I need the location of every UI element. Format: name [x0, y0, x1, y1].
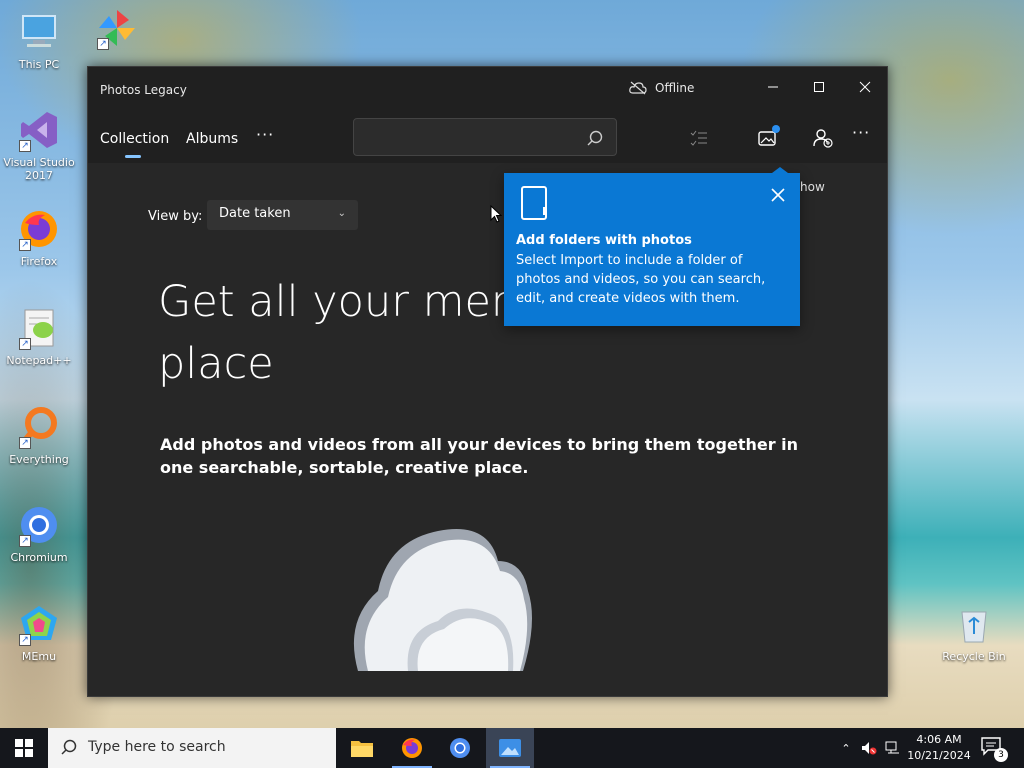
desktop-icon-this-pc[interactable]: This PC [2, 10, 76, 71]
view-by-dropdown[interactable]: Date taken ⌄ [207, 200, 358, 230]
import-badge-dot [772, 125, 780, 133]
close-icon [859, 81, 871, 93]
chevron-up-icon: ⌃ [841, 741, 851, 755]
tip-body: Select Import to include a folder of pho… [516, 253, 766, 306]
photos-window: Photos Legacy Offline Collection Albums … [87, 66, 888, 697]
desktop-icon-label: Chromium [10, 551, 68, 564]
volume-button[interactable] [858, 728, 880, 768]
shortcut-arrow-icon: ↗ [19, 338, 31, 350]
chromium-icon [450, 738, 470, 758]
taskbar-firefox[interactable] [388, 728, 436, 768]
clock-time: 4:06 AM [916, 733, 962, 746]
desktop-icon-firefox[interactable]: ↗ Firefox [2, 207, 76, 268]
view-by-label: View by: [148, 209, 203, 224]
minimize-button[interactable] [750, 71, 796, 103]
select-icon[interactable] [688, 127, 710, 149]
taskbar-photos[interactable] [486, 728, 534, 768]
taskbar: Type here to search ⌃ 4:06 AM 10/21/2024… [0, 728, 1024, 768]
tab-selected-indicator [125, 155, 141, 158]
tip-close-icon[interactable] [770, 187, 786, 203]
folder-icon [351, 741, 373, 757]
shortcut-arrow-icon: ↗ [97, 38, 109, 50]
everything-icon: ↗ [17, 405, 61, 449]
photos-app-icon [499, 739, 521, 757]
empty-state-description: Add photos and videos from all your devi… [160, 435, 799, 477]
offline-status: Offline [629, 81, 694, 95]
volume-muted-icon [862, 742, 877, 755]
mouse-cursor-icon [490, 205, 502, 223]
desktop-icon-visual-studio[interactable]: ↗ Visual Studio 2017 [2, 108, 76, 182]
shortcut-arrow-icon: ↗ [19, 140, 31, 152]
notepadpp-icon: ↗ [17, 306, 61, 350]
search-icon[interactable] [586, 129, 604, 147]
taskbar-search-placeholder: Type here to search [88, 739, 226, 755]
desktop-icon-label: Firefox [20, 255, 58, 268]
desktop-icon-label: Recycle Bin [942, 650, 1006, 663]
clock-date: 10/21/2024 [907, 749, 971, 762]
view-by-value: Date taken [219, 206, 291, 221]
firefox-icon [402, 738, 422, 758]
app-title: Photos Legacy [100, 83, 187, 97]
recycle-bin-icon [952, 602, 996, 646]
notification-count-badge: 3 [994, 748, 1008, 762]
tip-title: Add folders with photos [516, 233, 692, 248]
chevron-down-icon: ⌄ [337, 208, 346, 219]
desktop-icon-everything[interactable]: ↗ Everything [2, 405, 76, 466]
network-icon [885, 741, 899, 754]
shortcut-arrow-icon: ↗ [19, 437, 31, 449]
desktop-icon-recycle-bin[interactable]: Recycle Bin [934, 602, 1014, 663]
maximize-button[interactable] [796, 71, 842, 103]
import-button[interactable] [756, 125, 780, 149]
more-options-button[interactable]: ··· [852, 123, 874, 145]
desktop-icon-partial[interactable]: ↗ [80, 6, 154, 54]
phone-device-icon [521, 186, 547, 220]
pinwheel-icon: ↗ [95, 6, 139, 50]
chromium-icon: ↗ [17, 503, 61, 547]
start-button[interactable] [0, 728, 48, 768]
cloud-illustration-icon [353, 529, 532, 671]
desktop-icon-notepadpp[interactable]: ↗ Notepad++ [2, 306, 76, 367]
tip-pointer [772, 167, 788, 173]
add-person-icon[interactable] [812, 127, 834, 149]
desktop-icon-label: Visual Studio 2017 [3, 156, 75, 182]
network-button[interactable] [882, 728, 904, 768]
minimize-icon [768, 86, 778, 88]
taskbar-file-explorer[interactable] [338, 728, 386, 768]
title-bar[interactable]: Photos Legacy Offline [88, 67, 887, 115]
offline-label: Offline [655, 81, 695, 95]
computer-icon [17, 10, 61, 54]
shortcut-arrow-icon: ↗ [19, 239, 31, 251]
tray-overflow-button[interactable]: ⌃ [836, 728, 856, 768]
search-icon [61, 739, 77, 755]
close-button[interactable] [842, 71, 888, 103]
visual-studio-icon: ↗ [17, 108, 61, 152]
notification-center-button[interactable]: 3 [980, 736, 1008, 762]
add-folders-teaching-tip: Add folders with photos Select Import to… [504, 167, 800, 326]
desktop-icon-memu[interactable]: ↗ MEmu [2, 602, 76, 663]
shortcut-arrow-icon: ↗ [19, 535, 31, 547]
desktop-icon-label: This PC [18, 58, 60, 71]
taskbar-chromium[interactable] [436, 728, 484, 768]
app-toolbar: Collection Albums ··· ··· [88, 115, 887, 163]
memu-icon: ↗ [17, 602, 61, 646]
tabs-more-button[interactable]: ··· [256, 125, 274, 144]
slideshow-label-partial: how [800, 180, 825, 194]
maximize-icon [814, 82, 824, 92]
desktop-icon-chromium[interactable]: ↗ Chromium [2, 503, 76, 564]
desktop-icon-label: Notepad++ [6, 354, 72, 367]
tab-albums[interactable]: Albums [186, 131, 238, 147]
tab-collection[interactable]: Collection [100, 131, 169, 147]
system-clock[interactable]: 4:06 AM 10/21/2024 [904, 732, 974, 764]
shortcut-arrow-icon: ↗ [19, 634, 31, 646]
windows-logo-icon [15, 739, 33, 757]
taskbar-search-box[interactable]: Type here to search [48, 728, 336, 768]
desktop-icon-label: Everything [9, 453, 69, 466]
cloud-offline-icon [629, 81, 647, 95]
search-input[interactable] [353, 118, 617, 156]
desktop-icon-label: MEmu [21, 650, 57, 663]
firefox-icon: ↗ [17, 207, 61, 251]
